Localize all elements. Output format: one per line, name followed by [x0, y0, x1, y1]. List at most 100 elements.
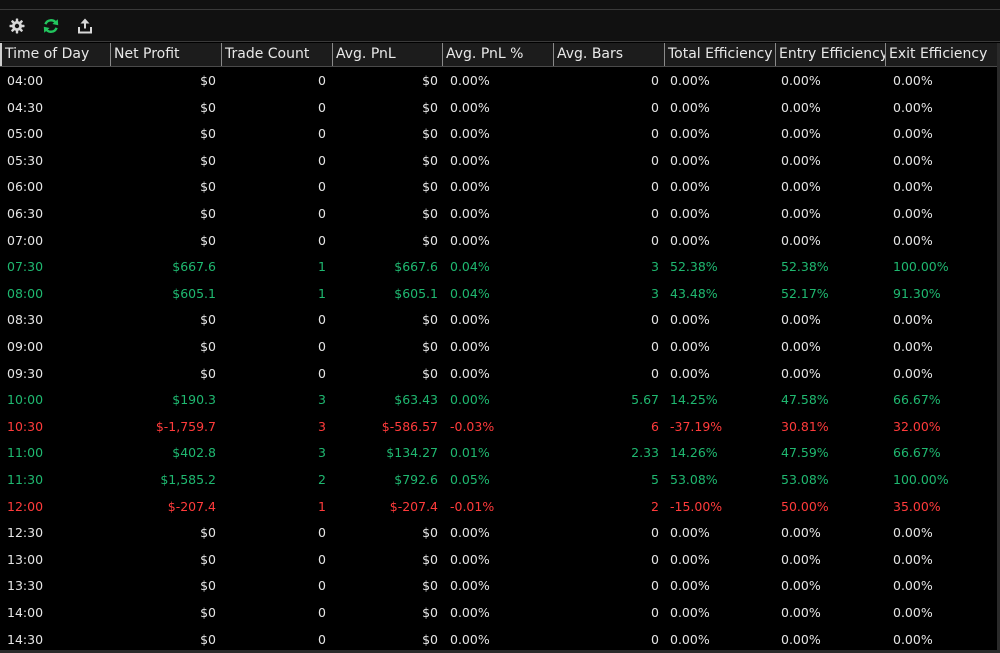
- cell-exit-efficiency: 0.00%: [893, 605, 933, 620]
- table-row[interactable]: 11:00 $402.8 3 $134.27 0.01% 2.33 14.26% 47.59%…: [0, 439, 1000, 466]
- refresh-button[interactable]: [41, 16, 61, 36]
- cell-time-of-day: 10:00: [7, 392, 44, 408]
- cell-net-profit: $1,585.2: [160, 472, 216, 487]
- cell-total-efficiency: 14.26%: [670, 445, 718, 461]
- cell-time-of-day: 05:00: [7, 126, 44, 142]
- table-row[interactable]: 13:30 $0 0 $0 0.00% 0 0.00% 0.00% 0.00%: [0, 572, 1000, 599]
- table-row[interactable]: 07:30 $667.6 1 $667.6 0.04% 3 52.38% 52.38% 100.…: [0, 253, 1000, 280]
- cell-time-of-day: 04:00: [7, 73, 44, 88]
- column-header-avg-pnl[interactable]: Avg. PnL: [332, 43, 442, 66]
- cell-net-profit: $0: [200, 631, 216, 647]
- cell-trade-count: 1: [318, 259, 326, 275]
- column-header-trade-count[interactable]: Trade Count: [221, 43, 332, 66]
- cell-trade-count: 0: [318, 339, 326, 354]
- cell-entry-efficiency: 0.00%: [781, 73, 821, 88]
- cell-entry-efficiency: 47.59%: [781, 445, 829, 461]
- column-header-exit-efficiency[interactable]: Exit Efficiency: [885, 43, 997, 66]
- cell-total-efficiency: 0.00%: [670, 578, 710, 594]
- cell-entry-efficiency: 0.00%: [781, 339, 821, 354]
- table-row[interactable]: 04:00 $0 0 $0 0.00% 0 0.00% 0.00% 0.00%: [0, 67, 1000, 94]
- cell-time-of-day: 10:30: [7, 418, 44, 434]
- cell-entry-efficiency: 0.00%: [781, 365, 821, 381]
- table-row[interactable]: 09:30 $0 0 $0 0.00% 0 0.00% 0.00% 0.00%: [0, 360, 1000, 387]
- column-header-avg-bars[interactable]: Avg. Bars: [553, 43, 664, 66]
- cell-trade-count: 0: [318, 232, 326, 248]
- table-row[interactable]: 07:00 $0 0 $0 0.00% 0 0.00% 0.00% 0.00%: [0, 227, 1000, 254]
- cell-avg-pnl-pct: 0.00%: [450, 392, 490, 408]
- table-row[interactable]: 13:00 $0 0 $0 0.00% 0 0.00% 0.00% 0.00%: [0, 546, 1000, 573]
- cell-time-of-day: 05:30: [7, 152, 44, 168]
- cell-time-of-day: 06:30: [7, 206, 44, 221]
- cell-exit-efficiency: 0.00%: [893, 339, 933, 354]
- cell-exit-efficiency: 0.00%: [893, 525, 933, 541]
- table-row[interactable]: 11:30 $1,585.2 2 $792.6 0.05% 5 53.08% 53.08% 10…: [0, 466, 1000, 493]
- table-row[interactable]: 06:00 $0 0 $0 0.00% 0 0.00% 0.00% 0.00%: [0, 173, 1000, 200]
- table-row[interactable]: 10:30 $-1,759.7 3 $-586.57 -0.03% 6 -37.19% 30.…: [0, 413, 1000, 440]
- cell-avg-pnl: $792.6: [394, 472, 438, 487]
- cell-entry-efficiency: 0.00%: [781, 99, 821, 115]
- cell-avg-bars: 5: [651, 472, 659, 487]
- table-row[interactable]: 12:00 $-207.4 1 $-207.4 -0.01% 2 -15.00% 50.00%…: [0, 493, 1000, 520]
- cell-avg-pnl-pct: 0.00%: [450, 525, 490, 541]
- table-row[interactable]: 14:30 $0 0 $0 0.00% 0 0.00% 0.00% 0.00%: [0, 626, 1000, 651]
- cell-net-profit: $0: [200, 126, 216, 142]
- cell-total-efficiency: 0.00%: [670, 605, 710, 620]
- cell-total-efficiency: 0.00%: [670, 551, 710, 567]
- cell-trade-count: 2: [318, 472, 326, 487]
- cell-total-efficiency: 14.25%: [670, 392, 718, 408]
- cell-trade-count: 0: [318, 525, 326, 541]
- cell-trade-count: 3: [318, 418, 326, 434]
- cell-time-of-day: 11:00: [7, 445, 44, 461]
- export-button[interactable]: [75, 16, 95, 36]
- table-row[interactable]: 10:00 $190.3 3 $63.43 0.00% 5.67 14.25% 47.58% 6…: [0, 386, 1000, 413]
- cell-avg-pnl-pct: 0.00%: [450, 312, 490, 328]
- cell-exit-efficiency: 0.00%: [893, 73, 933, 88]
- cell-avg-pnl: $0: [422, 312, 438, 328]
- cell-avg-bars: 0: [651, 206, 659, 221]
- cell-entry-efficiency: 53.08%: [781, 472, 829, 487]
- cell-avg-pnl: $0: [422, 73, 438, 88]
- cell-total-efficiency: 0.00%: [670, 206, 710, 221]
- cell-total-efficiency: 0.00%: [670, 365, 710, 381]
- cell-entry-efficiency: 0.00%: [781, 179, 821, 195]
- cell-trade-count: 0: [318, 631, 326, 647]
- cell-avg-pnl: $-586.57: [381, 418, 438, 434]
- table-row[interactable]: 05:30 $0 0 $0 0.00% 0 0.00% 0.00% 0.00%: [0, 147, 1000, 174]
- column-header-total-efficiency[interactable]: Total Efficiency: [664, 43, 775, 66]
- cell-total-efficiency: 0.00%: [670, 525, 710, 541]
- cell-avg-pnl-pct: 0.00%: [450, 126, 490, 142]
- cell-entry-efficiency: 0.00%: [781, 578, 821, 594]
- table-row[interactable]: 04:30 $0 0 $0 0.00% 0 0.00% 0.00% 0.00%: [0, 94, 1000, 121]
- column-header-time-of-day[interactable]: Time of Day: [0, 43, 110, 66]
- cell-avg-pnl-pct: 0.00%: [450, 578, 490, 594]
- cell-time-of-day: 07:30: [7, 259, 44, 275]
- table-row[interactable]: 12:30 $0 0 $0 0.00% 0 0.00% 0.00% 0.00%: [0, 519, 1000, 546]
- toolbar: [0, 10, 1000, 42]
- table-row[interactable]: 08:00 $605.1 1 $605.1 0.04% 3 43.48% 52.17% 91.3…: [0, 280, 1000, 307]
- cell-trade-count: 0: [318, 578, 326, 594]
- cell-exit-efficiency: 0.00%: [893, 578, 933, 594]
- cell-avg-pnl-pct: 0.00%: [450, 73, 490, 88]
- cell-avg-pnl: $0: [422, 339, 438, 354]
- cell-trade-count: 0: [318, 605, 326, 620]
- column-header-entry-efficiency[interactable]: Entry Efficiency: [775, 43, 885, 66]
- cell-entry-efficiency: 0.00%: [781, 312, 821, 328]
- column-header-avg-pnl-pct[interactable]: Avg. PnL %: [442, 43, 553, 66]
- column-header-net-profit[interactable]: Net Profit: [110, 43, 221, 66]
- cell-time-of-day: 08:30: [7, 312, 44, 328]
- cell-total-efficiency: 52.38%: [670, 259, 718, 275]
- cell-exit-efficiency: 0.00%: [893, 206, 933, 221]
- table-row[interactable]: 05:00 $0 0 $0 0.00% 0 0.00% 0.00% 0.00%: [0, 120, 1000, 147]
- cell-avg-bars: 0: [651, 551, 659, 567]
- cell-total-efficiency: 0.00%: [670, 126, 710, 142]
- table-row[interactable]: 09:00 $0 0 $0 0.00% 0 0.00% 0.00% 0.00%: [0, 333, 1000, 360]
- settings-button[interactable]: [7, 16, 27, 36]
- cell-avg-pnl: $0: [422, 232, 438, 248]
- results-table: 04:00 $0 0 $0 0.00% 0 0.00% 0.00% 0.00% 04:30 $0 0 $…: [0, 67, 1000, 651]
- table-row[interactable]: 06:30 $0 0 $0 0.00% 0 0.00% 0.00% 0.00%: [0, 200, 1000, 227]
- cell-avg-pnl: $134.27: [386, 445, 438, 461]
- cell-avg-pnl: $0: [422, 551, 438, 567]
- table-row[interactable]: 14:00 $0 0 $0 0.00% 0 0.00% 0.00% 0.00%: [0, 599, 1000, 626]
- table-row[interactable]: 08:30 $0 0 $0 0.00% 0 0.00% 0.00% 0.00%: [0, 306, 1000, 333]
- gear-icon: [9, 18, 25, 33]
